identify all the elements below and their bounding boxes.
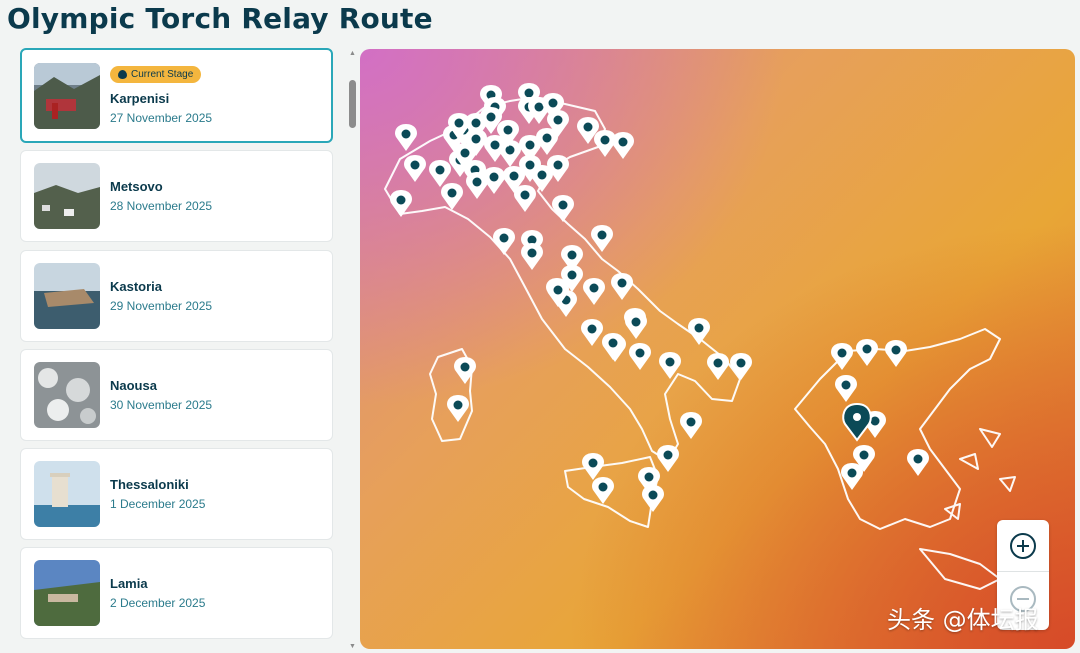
map-pin-icon[interactable] [602, 333, 624, 360]
torch-relay-page: Olympic Torch Relay Route Current Stage … [0, 0, 1080, 653]
map-pin-icon[interactable] [907, 449, 929, 476]
current-stage-marker[interactable] [842, 402, 872, 442]
map-pin-icon[interactable] [611, 273, 633, 300]
stage-city: Thessaloniki [110, 477, 189, 493]
stage-thumbnail [34, 560, 100, 627]
map-pin-icon[interactable] [441, 183, 463, 210]
stage-thumbnail [34, 62, 100, 129]
scroll-down-icon[interactable]: ▼ [349, 643, 356, 650]
scroll-up-icon[interactable]: ▲ [349, 50, 356, 57]
map-pin-icon[interactable] [835, 375, 857, 402]
map-pin-icon[interactable] [642, 485, 664, 512]
map-pin-icon[interactable] [582, 453, 604, 480]
scrollbar-thumb[interactable] [349, 80, 356, 128]
map-pin-icon[interactable] [680, 412, 702, 439]
stage-card-lamia[interactable]: Lamia 2 December 2025 [20, 547, 333, 640]
relay-map[interactable] [360, 49, 1075, 649]
stage-city: Kastoria [110, 278, 163, 294]
map-pin-icon[interactable] [395, 124, 417, 151]
stage-date: 27 November 2025 [110, 111, 213, 125]
map-pin-icon[interactable] [493, 228, 515, 255]
map-pin-icon[interactable] [483, 167, 505, 194]
stage-list[interactable]: Current Stage Karpenisi 27 November 2025… [20, 48, 334, 648]
map-pin-icon[interactable] [552, 195, 574, 222]
map-pin-icon[interactable] [688, 318, 710, 345]
map-pin-icon[interactable] [629, 343, 651, 370]
map-pin-icon[interactable] [592, 477, 614, 504]
page-title: Olympic Torch Relay Route [7, 2, 433, 35]
stage-list-scrollbar[interactable]: ▲ ▼ [347, 48, 359, 650]
stage-city: Naousa [110, 377, 157, 393]
map-pin-icon[interactable] [581, 319, 603, 346]
map-pin-icon[interactable] [454, 357, 476, 384]
map-pin-icon[interactable] [730, 353, 752, 380]
stage-thumbnail [34, 461, 100, 528]
stage-date: 29 November 2025 [110, 298, 213, 313]
map-pin-icon[interactable] [429, 160, 451, 187]
stage-date: 2 December 2025 [110, 596, 206, 611]
italy-outline [384, 96, 741, 462]
stage-date: 1 December 2025 [110, 497, 206, 512]
map-pin-icon[interactable] [885, 340, 907, 367]
map-pin-icon[interactable] [856, 339, 878, 366]
map-canvas [384, 83, 1016, 590]
flame-icon [118, 70, 127, 79]
stage-thumbnail [34, 163, 100, 230]
map-pin-icon[interactable] [625, 312, 647, 339]
stage-card-karpenisi[interactable]: Current Stage Karpenisi 27 November 2025 [20, 48, 333, 143]
stage-city: Metsovo [110, 179, 163, 195]
stage-date: 28 November 2025 [110, 199, 213, 214]
stage-card-kastoria[interactable]: Kastoria 29 November 2025 [20, 249, 333, 342]
map-pin-icon[interactable] [707, 353, 729, 380]
relay-markers [390, 83, 929, 512]
watermark: 头条 @体坛报 [887, 606, 1039, 634]
current-stage-badge: Current Stage [110, 66, 202, 83]
stage-city: Lamia [110, 576, 148, 592]
map-pin-icon[interactable] [404, 155, 426, 182]
stage-thumbnail [34, 361, 100, 428]
flame-pin-icon [853, 413, 861, 421]
map-pin-icon[interactable] [591, 225, 613, 252]
stage-card-metsovo[interactable]: Metsovo 28 November 2025 [20, 150, 333, 243]
stage-thumbnail [34, 262, 100, 329]
stage-date: 30 November 2025 [110, 397, 213, 412]
zoom-in-button[interactable] [997, 520, 1049, 572]
map-pin-icon[interactable] [612, 132, 634, 159]
map-pin-icon[interactable] [521, 243, 543, 270]
plus-circle-icon [1010, 532, 1036, 559]
map-pin-icon[interactable] [447, 395, 469, 422]
map-pin-icon[interactable] [514, 185, 536, 212]
map-pin-icon[interactable] [583, 278, 605, 305]
map-pin-icon[interactable] [657, 445, 679, 472]
stage-card-thessaloniki[interactable]: Thessaloniki 1 December 2025 [20, 448, 333, 541]
stage-card-naousa[interactable]: Naousa 30 November 2025 [20, 348, 333, 441]
stage-city: Karpenisi [110, 91, 170, 106]
